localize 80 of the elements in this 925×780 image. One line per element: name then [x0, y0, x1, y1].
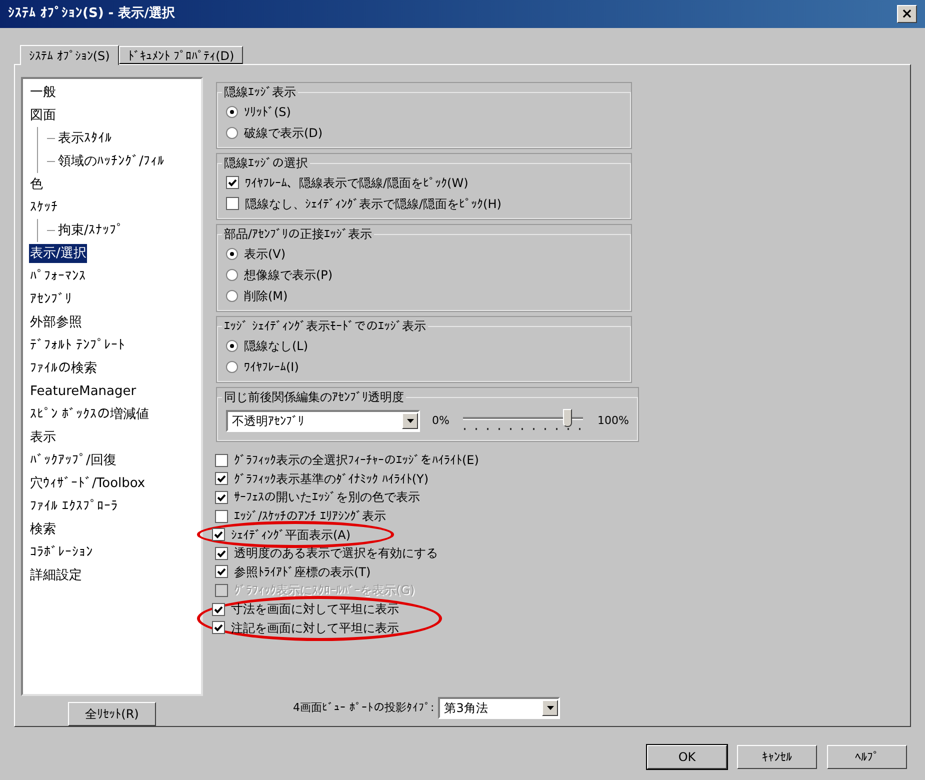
tree-item[interactable]: 表示/選択 [29, 244, 88, 264]
tab[interactable]: ﾄﾞｷｭﾒﾝﾄ ﾌﾟﾛﾊﾟﾃｨ(D) [118, 46, 244, 64]
radio-button[interactable] [226, 340, 238, 352]
tab[interactable]: ｼｽﾃﾑ ｵﾌﾟｼｮﾝ(S) [20, 45, 119, 65]
tree-item[interactable]: ｱｾﾝﾌﾞﾘ [29, 290, 73, 310]
min-label: 0% [432, 412, 450, 429]
dropdown[interactable]: 不透明ｱｾﾝﾌﾞﾘ [226, 410, 420, 432]
option-label: 表示(V) [244, 246, 286, 262]
max-label: 100% [597, 412, 629, 429]
tree-item[interactable]: ﾃﾞﾌｫﾙﾄ ﾃﾝﾌﾟﾚｰﾄ [29, 336, 126, 356]
checkbox[interactable] [212, 602, 225, 616]
checkbox[interactable] [215, 490, 228, 504]
tree-item[interactable]: 表示ｽﾀｲﾙ [57, 128, 113, 148]
checkbox[interactable] [215, 472, 228, 486]
tree-item[interactable]: 外部参照 [29, 312, 83, 332]
checkbox[interactable] [226, 176, 239, 189]
reset-button[interactable]: 全ﾘｾｯﾄ(R) [68, 702, 156, 726]
tree-item[interactable]: FeatureManager [29, 382, 138, 402]
dialog-button[interactable]: OK [647, 745, 727, 769]
tree-item[interactable]: 検索 [29, 520, 57, 540]
tree-item[interactable]: ﾊﾟﾌｫｰﾏﾝｽ [29, 266, 87, 286]
tree-item[interactable]: ｽﾋﾟﾝ ﾎﾞｯｸｽの増減値 [29, 404, 150, 424]
option-label: 想像線で表示(P) [244, 266, 333, 284]
group-title: 部品/ｱｾﾝﾌﾞﾘの正接ｴｯｼﾞ表示 [223, 226, 374, 243]
option-label: ﾜｲﾔﾌﾚｰﾑ、隠線表示で隠線/隠面をﾋﾟｯｸ(W) [245, 174, 468, 192]
tree-item[interactable]: ﾌｧｲﾙの検索 [29, 358, 98, 378]
radio-button[interactable] [226, 360, 238, 372]
option-label: ｿﾘｯﾄﾞ(S) [244, 104, 291, 120]
option-label: 隠線なし(L) [244, 338, 308, 354]
checkbox[interactable] [226, 197, 239, 210]
dialog-button[interactable]: ｷｬﾝｾﾙ [737, 745, 817, 769]
radio-button[interactable] [226, 126, 238, 138]
option-label: 透明度のある表示で選択を有効にする [234, 545, 438, 562]
option-label: ﾜｲﾔﾌﾚｰﾑ(I) [244, 358, 299, 376]
checkbox[interactable] [212, 621, 225, 634]
radio-button[interactable] [226, 106, 238, 118]
option-label: ｴｯｼﾞ/ｽｹｯﾁのｱﾝﾁ ｴﾘｱｼﾝｸﾞ表示 [234, 508, 386, 526]
dropdown[interactable]: 第3角法 [438, 696, 560, 719]
group-title: ｴｯｼﾞ ｼｪｲﾃﾞｨﾝｸﾞ表示ﾓｰﾄﾞでのｴｯｼﾞ表示 [223, 318, 427, 335]
tree-item[interactable]: 図面 [29, 106, 57, 126]
radio-button[interactable] [226, 268, 238, 280]
option-label: ｻｰﾌｪｽの開いたｴｯｼﾞを別の色で表示 [234, 489, 420, 506]
option-label: ｸﾞﾗﾌｨｯｸ表示の全選択ﾌｨｰﾁｬｰのｴｯｼﾞをﾊｲﾗｲﾄ(E) [234, 452, 479, 470]
tree-item[interactable]: ｺﾗﾎﾞﾚｰｼｮﾝ [29, 542, 94, 562]
radio-button[interactable] [226, 290, 238, 302]
checkbox[interactable] [215, 565, 228, 578]
checkbox[interactable] [215, 454, 228, 467]
checkbox[interactable] [212, 528, 225, 542]
caret-icon [406, 419, 414, 423]
window-title: ｼｽﾃﾑ ｵﾌﾟｼｮﾝ(S) - 表示/選択 [8, 4, 175, 24]
tree-item[interactable]: 拘束/ｽﾅｯﾌﾟ [57, 220, 124, 240]
dialog-button[interactable]: ﾍﾙﾌﾟ [827, 745, 907, 769]
option-label: 寸法を画面に対して平坦に表示 [231, 601, 399, 618]
tree-item[interactable]: 一般 [29, 82, 57, 102]
option-label: 削除(M) [244, 288, 288, 304]
checkbox[interactable] [215, 546, 228, 560]
tree-item[interactable]: 穴ｳｨｻﾞｰﾄﾞ/Toolbox [29, 474, 146, 494]
group-title: 同じ前後関係編集のｱｾﾝﾌﾞﾘ透明度 [223, 389, 405, 406]
option-label: ｸﾞﾗﾌｨｯｸ表示基準のﾀﾞｲﾅﾐｯｸ ﾊｲﾗｲﾄ(Y) [234, 470, 429, 488]
projection-label: 4画面ﾋﾞｭｰ ﾎﾟｰﾄの投影ﾀｲﾌﾟ: [293, 700, 434, 716]
slider-thumb[interactable] [563, 409, 572, 427]
option-label: ｼｪｲﾃﾞｨﾝｸﾞ平面表示(A) [231, 526, 351, 544]
tree-item[interactable]: ｽｹｯﾁ [29, 198, 59, 218]
group-title: 隠線ｴｯｼﾞ表示 [223, 84, 297, 101]
group-title: 隠線ｴｯｼﾞの選択 [223, 155, 309, 172]
caret-icon [546, 706, 554, 710]
option-label: 注記を画面に対して平坦に表示 [231, 620, 399, 637]
slider[interactable] [463, 409, 584, 433]
option-label: 隠線なし、ｼｪｲﾃﾞｨﾝｸﾞ表示で隠線/隠面をﾋﾟｯｸ(H) [245, 196, 502, 212]
option-label: 破線で表示(D) [244, 124, 323, 142]
tree-item[interactable]: 領域のﾊｯﾁﾝｸﾞ/ﾌｨﾙ [57, 152, 166, 172]
tree-item[interactable]: ﾊﾞｯｸｱｯﾌﾟ/回復 [29, 450, 118, 470]
close-button[interactable]: × [897, 5, 917, 23]
option-label: 参照ﾄﾗｲｱﾄﾞ座標の表示(T) [234, 564, 371, 581]
tree-item[interactable]: 色 [29, 174, 44, 194]
tree-item[interactable]: 詳細設定 [29, 566, 83, 586]
tree-item[interactable]: 表示 [29, 428, 57, 448]
radio-button[interactable] [226, 248, 238, 260]
checkbox[interactable] [215, 510, 228, 523]
tree-item[interactable]: ﾌｧｲﾙ ｴｸｽﾌﾟﾛｰﾗ [29, 496, 120, 516]
